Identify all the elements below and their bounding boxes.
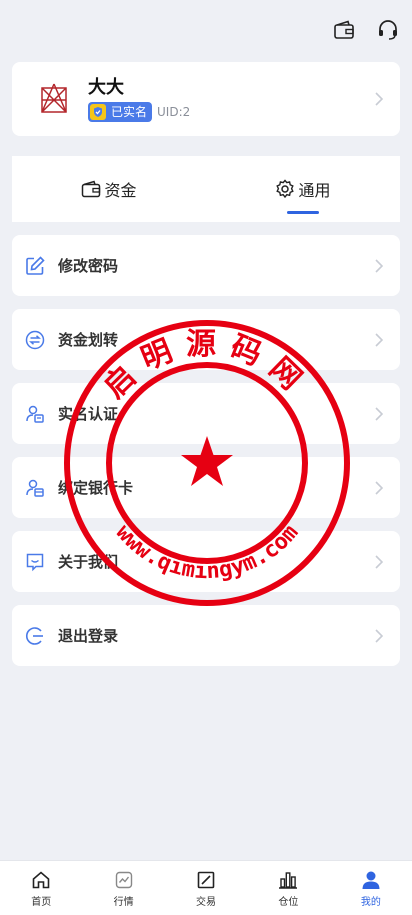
nav-label: 我的 (360, 896, 381, 908)
nav-label: 首页 (31, 896, 52, 908)
menu-item-logout[interactable]: 退出登录 (12, 605, 400, 666)
edit-icon (24, 255, 46, 277)
nav-position[interactable]: 仓位 (247, 861, 329, 915)
tab-general[interactable]: 通用 (206, 156, 400, 222)
shield-check-icon (90, 103, 106, 120)
menu-item-about-us[interactable]: 关于我们 (12, 531, 400, 592)
market-chart-icon (113, 869, 135, 891)
profile-card[interactable]: 大大 已实名 UID:2 (12, 62, 400, 136)
headset-icon[interactable] (376, 18, 400, 42)
logout-icon (24, 625, 46, 647)
tab-label: 通用 (298, 181, 331, 200)
verified-badge: 已实名 (88, 101, 153, 122)
position-bars-icon (277, 869, 299, 891)
menu-label: 退出登录 (58, 627, 119, 645)
nav-label: 交易 (196, 896, 217, 908)
tab-active-indicator (287, 211, 319, 214)
trade-icon (195, 869, 217, 891)
chevron-right-icon (375, 554, 384, 569)
menu-label: 修改密码 (58, 257, 119, 275)
menu-item-fund-transfer[interactable]: 资金划转 (12, 309, 400, 370)
tab-funds[interactable]: 资金 (12, 156, 206, 222)
home-icon (30, 869, 52, 891)
chevron-right-icon (375, 480, 384, 495)
user-icon (360, 869, 382, 891)
menu-item-bind-bank-card[interactable]: 绑定银行卡 (12, 457, 400, 518)
nav-label: 仓位 (278, 896, 299, 908)
transfer-icon (24, 329, 46, 351)
chevron-right-icon (375, 628, 384, 643)
verified-label: 已实名 (111, 105, 148, 119)
nickname: 大大 (88, 76, 124, 98)
id-verify-icon (24, 403, 46, 425)
chevron-right-icon (375, 332, 384, 347)
nav-market[interactable]: 行情 (82, 861, 164, 915)
menu-label: 绑定银行卡 (58, 479, 134, 497)
geometric-logo-icon (38, 82, 72, 116)
nav-mine[interactable]: 我的 (330, 861, 412, 915)
nav-home[interactable]: 首页 (0, 861, 82, 915)
nav-label: 行情 (113, 896, 134, 908)
chevron-right-icon (375, 258, 384, 273)
tabs: 资金 通用 (12, 156, 400, 222)
bottom-nav: 首页 行情 交易 仓位 我的 (0, 860, 412, 915)
chat-icon (24, 551, 46, 573)
wallet-icon (82, 180, 101, 198)
nav-trade[interactable]: 交易 (165, 861, 247, 915)
bank-card-icon (24, 477, 46, 499)
chevron-right-icon (375, 92, 384, 106)
menu-item-real-name-verification[interactable]: 实名认证 (12, 383, 400, 444)
tab-label: 资金 (104, 181, 137, 200)
menu-label: 资金划转 (58, 331, 119, 349)
menu-label: 实名认证 (58, 405, 119, 423)
wallet-icon[interactable] (332, 18, 356, 42)
gear-icon (276, 179, 295, 199)
menu-label: 关于我们 (58, 553, 119, 571)
top-bar (332, 18, 400, 42)
menu-item-change-password[interactable]: 修改密码 (12, 235, 400, 296)
uid-text: UID:2 (157, 104, 191, 119)
chevron-right-icon (375, 406, 384, 421)
